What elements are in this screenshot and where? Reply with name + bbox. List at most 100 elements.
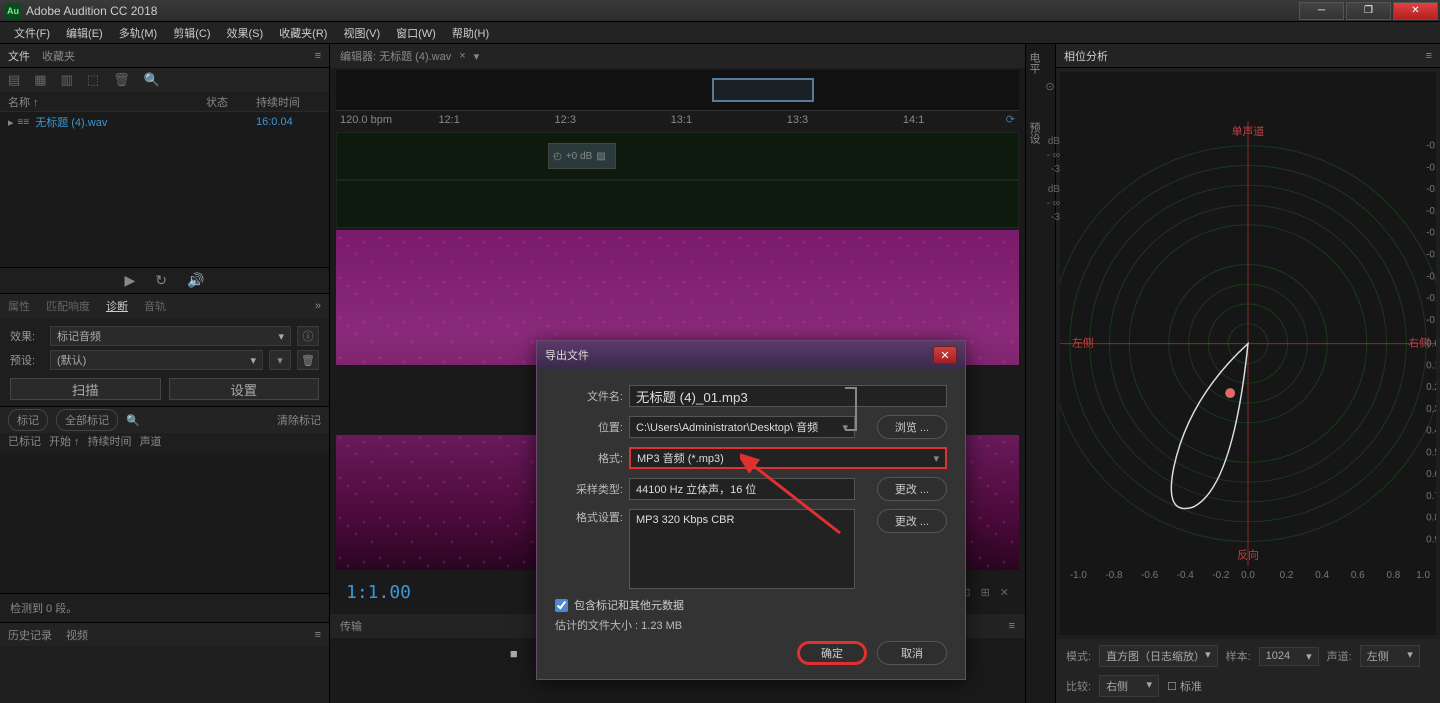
save-preset-icon[interactable]: ▾ <box>269 350 291 370</box>
menu-edit[interactable]: 编辑(E) <box>58 23 111 43</box>
maximize-button[interactable]: ❐ <box>1346 2 1391 20</box>
effect-select[interactable]: 标记音频▾ <box>50 326 291 346</box>
zoom-tool-icon[interactable]: ⊙ <box>1045 80 1054 93</box>
tab-diagnostics[interactable]: 诊断 <box>106 298 128 314</box>
timeline-ruler[interactable]: 120.0 bpm 12:1 12:3 13:1 13:3 14:1 ⟳ <box>336 110 1019 132</box>
fx-icon[interactable]: ▨ <box>596 151 605 162</box>
compare-select[interactable]: 右侧▾ <box>1099 675 1159 697</box>
record-icon[interactable]: ⬚ <box>87 72 99 88</box>
file-row[interactable]: ▸ ≡≡ 无标题 (4).wav 16:0.04 <box>0 112 329 132</box>
autoplay-icon[interactable]: 🔊 <box>187 272 204 289</box>
menu-view[interactable]: 视图(V) <box>335 23 388 43</box>
play-icon[interactable]: ▶ <box>125 272 136 289</box>
overflow-icon[interactable]: » <box>315 300 321 312</box>
menu-effects[interactable]: 效果(S) <box>219 23 272 43</box>
panel-menu-icon[interactable]: ≡ <box>315 629 321 641</box>
audio-clip[interactable]: ◴ +0 dB ▨ <box>548 143 616 169</box>
svg-text:1.0: 1.0 <box>1416 570 1430 581</box>
include-metadata-checkbox[interactable]: 包含标记和其他元数据 <box>555 597 947 613</box>
preset-label-vertical: 预设 <box>1026 82 1042 184</box>
minimize-button[interactable]: ─ <box>1299 2 1344 20</box>
loop-icon[interactable]: ↻ <box>155 272 167 289</box>
svg-text:单声道: 单声道 <box>1232 124 1265 138</box>
tab-loudness[interactable]: 匹配响度 <box>46 298 90 314</box>
marker-col-duration[interactable]: 持续时间 <box>88 433 132 453</box>
expand-icon[interactable]: ▸ <box>8 116 14 129</box>
loop-toggle-icon[interactable]: ⟳ <box>1006 113 1015 126</box>
menu-file[interactable]: 文件(F) <box>6 23 58 43</box>
editor-title[interactable]: 编辑器: 无标题 (4).wav <box>340 48 451 64</box>
open-file-icon[interactable]: ▦ <box>34 72 46 88</box>
clear-markers[interactable]: 清除标记 <box>277 412 321 428</box>
format-settings-value: MP3 320 Kbps CBR <box>629 509 855 589</box>
info-button[interactable]: ⓘ <box>297 326 319 346</box>
tab-video[interactable]: 视频 <box>66 627 88 643</box>
change-sample-button[interactable]: 更改 ... <box>877 477 947 501</box>
col-name[interactable]: 名称 ↑ <box>8 94 206 110</box>
svg-text:-1.0: -1.0 <box>1070 570 1088 581</box>
normalize-checkbox[interactable]: ☐ 标准 <box>1167 678 1202 694</box>
format-settings-label: 格式设置: <box>555 509 623 525</box>
col-duration[interactable]: 持续时间 <box>256 94 321 110</box>
col-status[interactable]: 状态 <box>206 94 256 110</box>
panel-menu-icon[interactable]: ≡ <box>315 50 321 62</box>
multitrack-icon[interactable]: ▥ <box>61 72 73 88</box>
tab-phase[interactable]: 相位分析 <box>1064 48 1108 64</box>
scan-button[interactable]: 扫描 <box>10 378 161 400</box>
app-icon: Au <box>5 3 21 19</box>
format-select[interactable]: MP3 音频 (*.mp3)▾ <box>629 447 947 469</box>
tab-track[interactable]: 音轨 <box>144 298 166 314</box>
channel-select[interactable]: 左侧▾ <box>1360 645 1420 667</box>
editor-dropdown-icon[interactable]: ▾ <box>474 50 480 63</box>
track-lane-left[interactable]: ◴ +0 dB ▨ dB- ∞-3 L <box>336 132 1019 180</box>
tab-history[interactable]: 历史记录 <box>8 627 52 643</box>
dialog-close-button[interactable]: ✕ <box>933 346 957 364</box>
location-select[interactable]: C:\Users\Administrator\Desktop\ 音频▾ <box>629 416 855 438</box>
marker-col-marked[interactable]: 已标记 <box>8 433 41 453</box>
panel-menu-icon[interactable]: ≡ <box>1009 620 1015 632</box>
sample-label: 样本: <box>1226 648 1251 664</box>
waveform-overview[interactable]: ⊙ ▦ <box>336 70 1019 110</box>
marker-col-channel[interactable]: 声道 <box>140 433 162 453</box>
preset-select[interactable]: (默认)▾ <box>50 350 263 370</box>
files-toolbar: ▤ ▦ ▥ ⬚ 🗑 🔍 <box>0 68 329 92</box>
tab-properties[interactable]: 属性 <box>8 298 30 314</box>
browse-button[interactable]: 浏览 ... <box>877 415 947 439</box>
settings-button[interactable]: 设置 <box>169 378 320 400</box>
menu-window[interactable]: 窗口(W) <box>388 23 444 43</box>
menu-clip[interactable]: 剪辑(C) <box>165 23 218 43</box>
close-tab-icon[interactable]: × <box>459 50 465 62</box>
search-icon[interactable]: 🔍 <box>144 72 160 88</box>
new-file-icon[interactable]: ▤ <box>8 72 20 88</box>
marker-col-start[interactable]: 开始 ↑ <box>49 433 80 453</box>
zoom-tool-icon[interactable]: ✕ <box>1000 586 1009 599</box>
menu-multitrack[interactable]: 多轨(M) <box>111 23 166 43</box>
track-lane-right[interactable]: dB- ∞-3 R <box>336 180 1019 228</box>
dialog-titlebar[interactable]: 导出文件 ✕ <box>537 341 965 369</box>
zoom-selection-icon[interactable]: ⊞ <box>981 586 990 599</box>
sample-select[interactable]: 1024▾ <box>1259 647 1319 666</box>
chip-marker[interactable]: 标记 <box>8 409 48 431</box>
tab-favorites[interactable]: 收藏夹 <box>42 48 75 64</box>
delete-preset-icon[interactable]: 🗑 <box>297 350 319 370</box>
viewport-indicator[interactable] <box>712 78 814 102</box>
ok-button[interactable]: 确定 <box>797 641 867 665</box>
change-settings-button[interactable]: 更改 ... <box>877 509 947 533</box>
stop-button[interactable]: ■ <box>510 646 518 661</box>
file-name: 无标题 (4).wav <box>35 114 256 130</box>
transfer-label[interactable]: 传输 <box>340 618 362 634</box>
close-button[interactable]: ✕ <box>1393 2 1438 20</box>
menu-help[interactable]: 帮助(H) <box>444 23 497 43</box>
marker-search-icon[interactable]: 🔍 <box>126 414 140 427</box>
mode-select[interactable]: 直方图（日志缩放）▾ <box>1099 645 1218 667</box>
chip-all-markers[interactable]: 全部标记 <box>56 409 118 431</box>
menu-favorites[interactable]: 收藏夹(R) <box>271 23 335 43</box>
svg-text:0.0: 0.0 <box>1426 339 1436 350</box>
filename-input[interactable] <box>629 385 947 407</box>
cancel-button[interactable]: 取消 <box>877 641 947 665</box>
svg-text:0.4: 0.4 <box>1426 426 1436 437</box>
panel-menu-icon[interactable]: ≡ <box>1426 50 1432 62</box>
tab-files[interactable]: 文件 <box>8 48 30 64</box>
delete-icon[interactable]: 🗑 <box>113 72 130 88</box>
file-duration: 16:0.04 <box>256 116 321 128</box>
